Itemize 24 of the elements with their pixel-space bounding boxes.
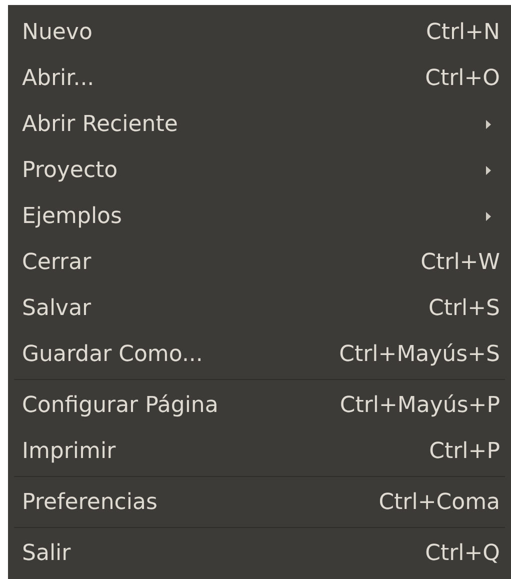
shortcut-label: Ctrl+W: [420, 248, 500, 276]
menu-item[interactable]: Ejemplos: [8, 193, 511, 239]
menu-item[interactable]: Preferencias Ctrl+Coma: [8, 479, 511, 525]
shortcut-label: Ctrl+N: [426, 18, 500, 46]
shortcut-label: Ctrl+Coma: [378, 488, 500, 516]
menu-item[interactable]: Salvar Ctrl+S: [8, 285, 511, 331]
menu-item[interactable]: Imprimir Ctrl+P: [8, 428, 511, 474]
menu-item[interactable]: Proyecto: [8, 147, 511, 193]
shortcut-label: Ctrl+Q: [425, 540, 500, 568]
shortcut-label: Ctrl+Mayús+P: [340, 392, 500, 420]
menu-item[interactable]: Salir Ctrl+Q: [8, 530, 511, 576]
menu-item[interactable]: Nuevo Ctrl+N: [8, 9, 511, 55]
menu-item[interactable]: Abrir... Ctrl+O: [8, 55, 511, 101]
menu-item[interactable]: Cerrar Ctrl+W: [8, 239, 511, 285]
shortcut-label: Ctrl+Mayús+S: [339, 340, 500, 368]
submenu-arrow-icon: [486, 120, 491, 128]
menu-item[interactable]: Guardar Como... Ctrl+Mayús+S: [8, 331, 511, 377]
submenu-arrow-icon: [486, 166, 491, 174]
submenu-arrow-icon: [486, 212, 491, 220]
shortcut-label: Ctrl+S: [428, 294, 500, 322]
shortcut-label: Ctrl+P: [429, 438, 500, 466]
menu-item[interactable]: Abrir Reciente: [8, 101, 511, 147]
shortcut-label: Ctrl+O: [425, 64, 500, 92]
menu-item[interactable]: Configurar Página Ctrl+Mayús+P: [8, 382, 511, 428]
